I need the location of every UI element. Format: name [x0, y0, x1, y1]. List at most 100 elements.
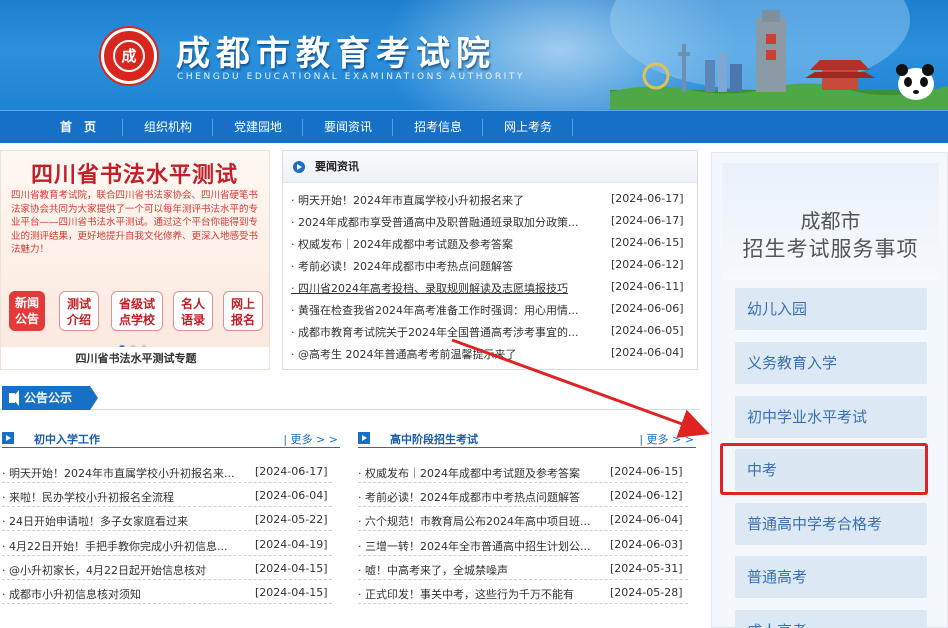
- banner-button-label: 名人 语录: [180, 297, 205, 327]
- nav-divider: [302, 119, 303, 136]
- news-item-date: [2024-06-17]: [611, 214, 684, 227]
- play-square-icon: [2, 432, 14, 444]
- news-item-title[interactable]: · 黄强在检查我省2024年高考准备工作时强调：用心用情...: [291, 302, 603, 318]
- list-item[interactable]: · 权威发布｜2024年成都中考试题及参考答案 [2024-06-15]: [358, 461, 688, 483]
- service-junior-academic-test[interactable]: 初中学业水平考试: [735, 396, 927, 438]
- list-item-title[interactable]: · 成都市小升初信息核对须知: [2, 586, 252, 602]
- list-item-title[interactable]: · 六个规范！市教育局公布2024年高中项目班...: [358, 513, 608, 529]
- list-item[interactable]: · 成都市小升初信息核对须知 [2024-04-15]: [2, 582, 332, 604]
- primary-section-title[interactable]: 初中入学工作: [34, 431, 100, 447]
- news-item-title[interactable]: · 成都市教育考试院关于2024年全国普通高考涉考事宜的...: [291, 324, 603, 340]
- news-item-title[interactable]: · 四川省2024年高考投档、录取规则解读及志愿填报技巧: [291, 280, 603, 296]
- list-item[interactable]: · 六个规范！市教育局公布2024年高中项目班... [2024-06-04]: [358, 509, 688, 531]
- news-item-title[interactable]: · 明天开始！2024年市直属学校小升初报名来了: [291, 192, 603, 208]
- news-item[interactable]: · 黄强在检查我省2024年高考准备工作时强调：用心用情... [2024-06-…: [283, 299, 697, 321]
- banner-title: 四川省书法水平测试: [31, 163, 239, 188]
- news-item[interactable]: · 考前必读！2024年成都市中考热点问题解答 [2024-06-12]: [283, 255, 697, 277]
- site-title[interactable]: 成都市教育考试院: [176, 26, 496, 75]
- banner-button-pilot-schools[interactable]: 省级试 点学校: [111, 291, 163, 331]
- list-item-date: [2024-05-28]: [610, 586, 683, 599]
- banner-caption[interactable]: 四川省书法水平测试专题: [1, 347, 269, 369]
- list-item[interactable]: · @小升初家长，4月22日起开始信息核对 [2024-04-15]: [2, 558, 332, 580]
- highschool-section-header: 高中阶段招生考试 | 更多 > >: [358, 430, 696, 448]
- news-item[interactable]: · @高考生 2024年普通高考考前温馨提示来了 [2024-06-04]: [283, 343, 697, 365]
- news-item[interactable]: · 成都市教育考试院关于2024年全国普通高考涉考事宜的... [2024-06-…: [283, 321, 697, 343]
- nav-divider: [482, 119, 483, 136]
- list-item[interactable]: · 考前必读！2024年成都市中考热点问题解答 [2024-06-12]: [358, 485, 688, 507]
- nav-admissions[interactable]: 招考信息: [400, 111, 476, 144]
- list-item-date: [2024-06-03]: [610, 538, 683, 551]
- list-item-title[interactable]: · 4月22日开始！手把手教你完成小升初信息...: [2, 538, 252, 554]
- banner-button-register[interactable]: 网上 报名: [223, 291, 263, 331]
- news-item-date: [2024-06-15]: [611, 236, 684, 249]
- list-item-title[interactable]: · 24日开始申请啦！多子女家庭看过来: [2, 513, 252, 529]
- list-item[interactable]: · 4月22日开始！手把手教你完成小升初信息... [2024-04-19]: [2, 534, 332, 556]
- nav-divider: [212, 119, 213, 136]
- list-item[interactable]: · 嘘！中高考来了，全城禁噪声 [2024-05-31]: [358, 558, 688, 580]
- list-item[interactable]: · 三增一转！2024年全市普通高中招生计划公... [2024-06-03]: [358, 534, 688, 556]
- banner-button-quotes[interactable]: 名人 语录: [173, 291, 213, 331]
- banner-button-label: 新闻 公告: [14, 296, 39, 326]
- news-item-title[interactable]: · @高考生 2024年普通高考考前温馨提示来了: [291, 346, 603, 362]
- play-circle-icon: [293, 161, 305, 173]
- news-item[interactable]: · 四川省2024年高考投档、录取规则解读及志愿填报技巧 [2024-06-11]: [283, 277, 697, 299]
- notice-bar: 公告公示: [0, 386, 700, 410]
- service-kindergarten[interactable]: 幼儿入园: [735, 288, 927, 330]
- site-subtitle: CHENGDU EDUCATIONAL EXAMINATIONS AUTHORI…: [177, 72, 526, 82]
- news-panel-title[interactable]: 要闻资讯: [315, 151, 359, 183]
- list-item-title[interactable]: · 嘘！中高考来了，全城禁噪声: [358, 562, 608, 578]
- list-item-title[interactable]: · 权威发布｜2024年成都中考试题及参考答案: [358, 465, 608, 481]
- nav-divider: [572, 119, 573, 136]
- service-high-school-proficiency[interactable]: 普通高中学考合格考: [735, 503, 927, 545]
- banner-button-intro[interactable]: 测试 介绍: [59, 291, 99, 331]
- list-item-title[interactable]: · @小升初家长，4月22日起开始信息核对: [2, 562, 252, 578]
- list-item-title[interactable]: · 明天开始！2024年市直属学校小升初报名来...: [2, 465, 252, 481]
- list-item-title[interactable]: · 正式印发！事关中考，这些行为千万不能有: [358, 586, 608, 602]
- site-header: 成 成都市教育考试院 CHENGDU EDUCATIONAL EXAMINATI…: [0, 0, 948, 110]
- banner-button-label: 省级试 点学校: [118, 297, 155, 327]
- list-item-date: [2024-06-12]: [610, 489, 683, 502]
- main-nav: 首 页 组织机构 党建园地 要闻资讯 招考信息 网上考务: [0, 110, 948, 143]
- list-item-date: [2024-05-22]: [255, 513, 328, 526]
- news-item-date: [2024-06-17]: [611, 192, 684, 205]
- service-adult-college-exam[interactable]: 成人高考: [735, 610, 927, 628]
- nav-divider: [392, 119, 393, 136]
- highschool-section-title[interactable]: 高中阶段招生考试: [390, 431, 478, 447]
- list-item-title[interactable]: · 三增一转！2024年全市普通高中招生计划公...: [358, 538, 608, 554]
- news-panel: 要闻资讯 · 明天开始！2024年市直属学校小升初报名来了 [2024-06-17…: [282, 150, 698, 370]
- list-item-date: [2024-06-17]: [255, 465, 328, 478]
- list-item-date: [2024-06-04]: [610, 513, 683, 526]
- banner-button-label: 网上 报名: [230, 297, 255, 327]
- list-item[interactable]: · 明天开始！2024年市直属学校小升初报名来... [2024-06-17]: [2, 461, 332, 483]
- services-title: 招生考试服务事项: [742, 237, 919, 261]
- banner-button-news[interactable]: 新闻 公告: [9, 291, 45, 331]
- logo-icon[interactable]: 成: [101, 28, 157, 84]
- list-item-title[interactable]: · 考前必读！2024年成都市中考热点问题解答: [358, 489, 608, 505]
- nav-online-exam[interactable]: 网上考务: [490, 111, 566, 144]
- service-gaokao[interactable]: 普通高考: [735, 556, 927, 598]
- list-item[interactable]: · 24日开始申请啦！多子女家庭看过来 [2024-05-22]: [2, 509, 332, 531]
- highschool-more-link[interactable]: | 更多 > >: [639, 431, 694, 447]
- list-item-title[interactable]: · 来啦！民办学校小升初报名全流程: [2, 489, 252, 505]
- nav-home[interactable]: 首 页: [40, 111, 116, 144]
- calligraphy-banner[interactable]: 四川省书法水平测试 四川省教育考试院，联合四川省书法家协会、四川省硬笔书法家协会…: [0, 150, 270, 370]
- highlight-box: [720, 443, 928, 495]
- primary-section-header: 初中入学工作 | 更多 > >: [2, 430, 340, 448]
- news-item-date: [2024-06-05]: [611, 324, 684, 337]
- news-item-title[interactable]: · 考前必读！2024年成都市中考热点问题解答: [291, 258, 603, 274]
- nav-party-building[interactable]: 党建园地: [220, 111, 296, 144]
- list-item[interactable]: · 来啦！民办学校小升初报名全流程 [2024-06-04]: [2, 485, 332, 507]
- news-item-title[interactable]: · 权威发布｜2024年成都中考试题及参考答案: [291, 236, 603, 252]
- service-compulsory-education[interactable]: 义务教育入学: [735, 342, 927, 384]
- nav-divider: [122, 119, 123, 136]
- primary-more-link[interactable]: | 更多 > >: [283, 431, 338, 447]
- news-item-title[interactable]: · 2024年成都市享受普通高中及职普融通班录取加分政策...: [291, 214, 603, 230]
- nav-news[interactable]: 要闻资讯: [310, 111, 386, 144]
- logo-mark: 成: [113, 40, 145, 72]
- news-item[interactable]: · 权威发布｜2024年成都中考试题及参考答案 [2024-06-15]: [283, 233, 697, 255]
- list-item[interactable]: · 正式印发！事关中考，这些行为千万不能有 [2024-05-28]: [358, 582, 688, 604]
- nav-organization[interactable]: 组织机构: [130, 111, 206, 144]
- news-item[interactable]: · 2024年成都市享受普通高中及职普融通班录取加分政策... [2024-06-…: [283, 211, 697, 233]
- notice-tag[interactable]: 公告公示: [2, 386, 98, 410]
- news-item[interactable]: · 明天开始！2024年市直属学校小升初报名来了 [2024-06-17]: [283, 189, 697, 211]
